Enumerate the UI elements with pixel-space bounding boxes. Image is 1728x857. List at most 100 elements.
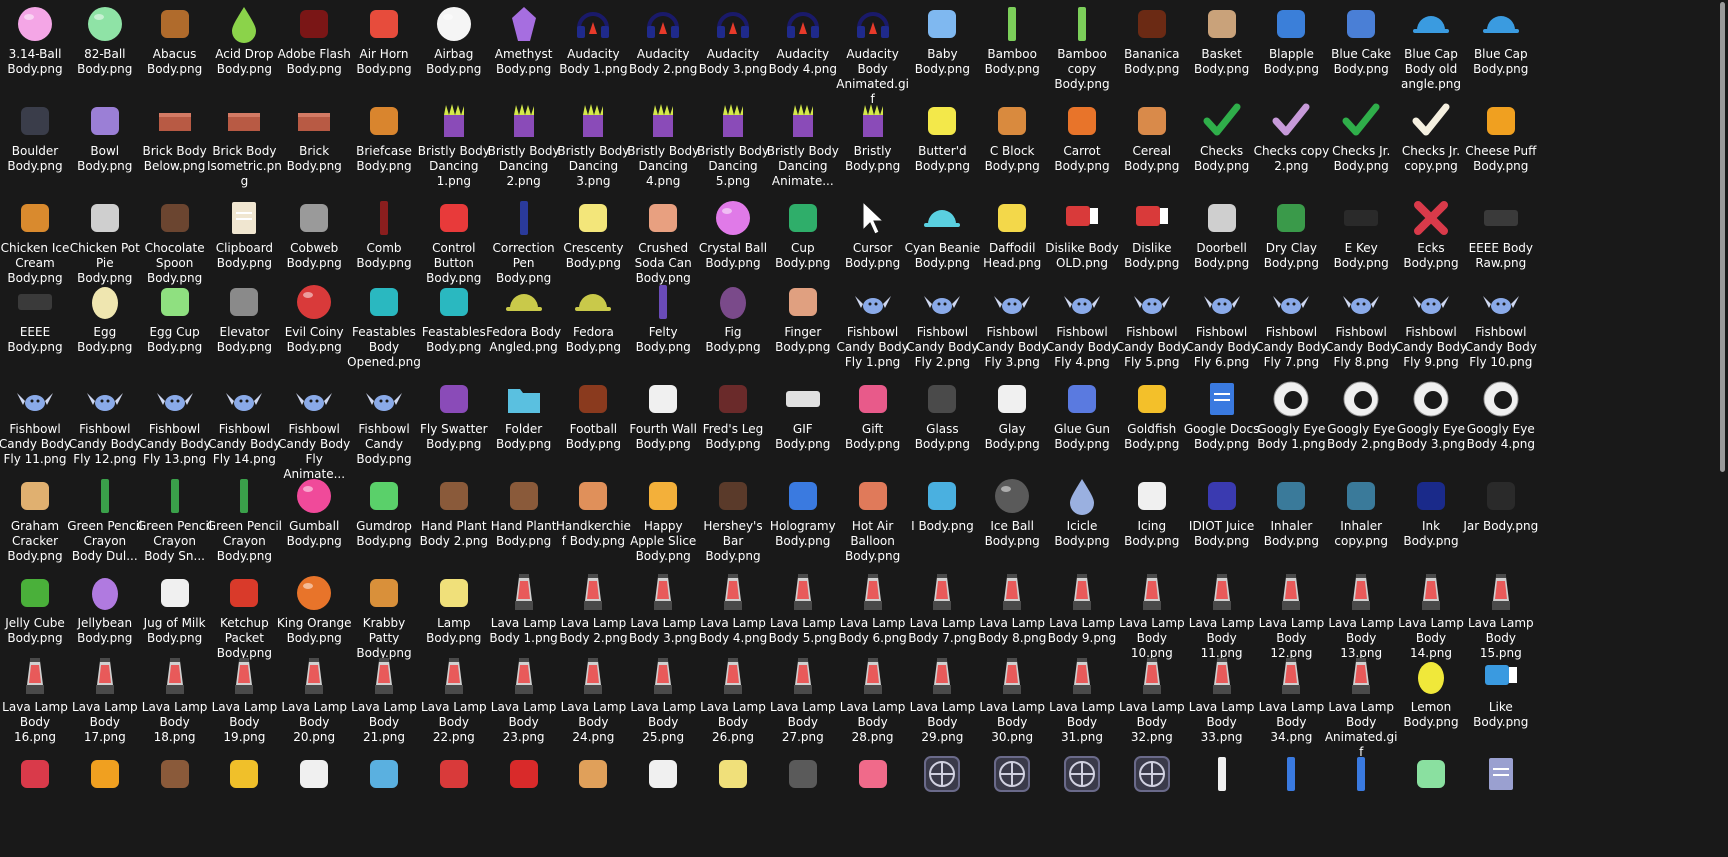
file-item[interactable]: King Orange Body.png bbox=[276, 571, 352, 646]
file-item[interactable]: Lava Lamp Body 1.png bbox=[486, 571, 562, 646]
file-item[interactable]: Butter'd Body.png bbox=[904, 99, 980, 174]
file-item[interactable] bbox=[695, 752, 771, 797]
file-item[interactable]: Lava Lamp Body 31.png bbox=[1044, 655, 1120, 745]
file-item[interactable]: Lava Lamp Body 3.png bbox=[625, 571, 701, 646]
file-item[interactable]: Checks Jr. Body.png bbox=[1323, 99, 1399, 174]
file-item[interactable] bbox=[835, 752, 911, 797]
file-item[interactable]: Doorbell Body.png bbox=[1184, 196, 1260, 271]
file-item[interactable]: Bananica Body.png bbox=[1114, 2, 1190, 77]
file-item[interactable]: Hand Plant Body 2.png bbox=[416, 474, 492, 549]
file-item[interactable]: Cyan Beanie Body.png bbox=[904, 196, 980, 271]
file-item[interactable]: Basket Body.png bbox=[1184, 2, 1260, 77]
file-item[interactable]: Fishbowl Candy Body Fly 11.png bbox=[0, 377, 73, 467]
file-item[interactable]: Checks copy 2.png bbox=[1253, 99, 1329, 174]
file-item[interactable]: Fishbowl Candy Body Fly 7.png bbox=[1253, 280, 1329, 370]
file-item[interactable]: Fishbowl Candy Body Fly 12.png bbox=[67, 377, 143, 467]
file-item[interactable]: Lava Lamp Body Animated.gif bbox=[1323, 655, 1399, 760]
file-item[interactable] bbox=[974, 752, 1050, 797]
file-item[interactable]: Lava Lamp Body 27.png bbox=[765, 655, 841, 745]
file-item[interactable] bbox=[137, 752, 213, 797]
file-item[interactable]: Cereal Body.png bbox=[1114, 99, 1190, 174]
file-item[interactable]: Blapple Body.png bbox=[1253, 2, 1329, 77]
file-item[interactable]: Dislike Body.png bbox=[1114, 196, 1190, 271]
file-item[interactable]: Icing Body.png bbox=[1114, 474, 1190, 549]
file-item[interactable]: Lava Lamp Body 17.png bbox=[67, 655, 143, 745]
file-item[interactable]: Correction Pen Body.png bbox=[486, 196, 562, 286]
file-item[interactable]: IDIOT Juice Body.png bbox=[1184, 474, 1260, 549]
file-item[interactable]: Icicle Body.png bbox=[1044, 474, 1120, 549]
file-item[interactable]: Blue Cap Body.png bbox=[1463, 2, 1539, 77]
file-item[interactable]: Audacity Body 4.png bbox=[765, 2, 841, 77]
file-item[interactable]: Bowl Body.png bbox=[67, 99, 143, 174]
file-item[interactable]: Fedora Body.png bbox=[555, 280, 631, 355]
file-item[interactable] bbox=[1044, 752, 1120, 797]
file-item[interactable]: Lava Lamp Body 32.png bbox=[1114, 655, 1190, 745]
file-item[interactable]: Chocolate Spoon Body.png bbox=[137, 196, 213, 286]
file-item[interactable]: Lava Lamp Body 18.png bbox=[137, 655, 213, 745]
file-item[interactable]: Lava Lamp Body 22.png bbox=[416, 655, 492, 745]
file-item[interactable]: Fishbowl Candy Body Fly 2.png bbox=[904, 280, 980, 370]
file-item[interactable]: Lava Lamp Body 21.png bbox=[346, 655, 422, 745]
scrollbar-thumb[interactable] bbox=[1720, 2, 1725, 472]
file-item[interactable]: Comb Body.png bbox=[346, 196, 422, 271]
file-item[interactable] bbox=[346, 752, 422, 797]
file-item[interactable]: Lava Lamp Body 2.png bbox=[555, 571, 631, 646]
file-item[interactable]: Crescenty Body.png bbox=[555, 196, 631, 271]
file-item[interactable]: Checks Body.png bbox=[1184, 99, 1260, 174]
file-item[interactable]: Dislike Body OLD.png bbox=[1044, 196, 1120, 271]
file-item[interactable] bbox=[1463, 752, 1539, 797]
file-item[interactable]: Goldfish Body.png bbox=[1114, 377, 1190, 452]
file-item[interactable]: Green Pencil Crayon Body Sn... bbox=[137, 474, 213, 564]
vertical-scrollbar[interactable] bbox=[1716, 0, 1728, 857]
file-item[interactable]: Acid Drop Body.png bbox=[206, 2, 282, 77]
file-item[interactable] bbox=[67, 752, 143, 797]
file-item[interactable]: Cheese Puff Body.png bbox=[1463, 99, 1539, 174]
file-item[interactable]: Fig Body.png bbox=[695, 280, 771, 355]
file-item[interactable]: C Block Body.png bbox=[974, 99, 1050, 174]
file-item[interactable]: Bamboo copy Body.png bbox=[1044, 2, 1120, 92]
file-item[interactable]: Audacity Body 1.png bbox=[555, 2, 631, 77]
file-item[interactable]: Folder Body.png bbox=[486, 377, 562, 452]
file-item[interactable]: Hot Air Balloon Body.png bbox=[835, 474, 911, 564]
file-item[interactable]: Gumdrop Body.png bbox=[346, 474, 422, 549]
file-item[interactable]: Brick Body Isometric.png bbox=[206, 99, 282, 189]
file-item[interactable]: Googly Eye Body 3.png bbox=[1393, 377, 1469, 452]
file-item[interactable]: Fishbowl Candy Body Fly 13.png bbox=[137, 377, 213, 467]
file-item[interactable]: Jellybean Body.png bbox=[67, 571, 143, 646]
file-item[interactable]: Green Pencil Crayon Body Dul... bbox=[67, 474, 143, 564]
file-item[interactable]: Amethyst Body.png bbox=[486, 2, 562, 77]
file-item[interactable]: Egg Body.png bbox=[67, 280, 143, 355]
file-item[interactable]: Lava Lamp Body 34.png bbox=[1253, 655, 1329, 745]
file-item[interactable] bbox=[555, 752, 631, 797]
file-item[interactable]: Clipboard Body.png bbox=[206, 196, 282, 271]
file-item[interactable]: Audacity Body 3.png bbox=[695, 2, 771, 77]
file-item[interactable]: Lava Lamp Body 11.png bbox=[1184, 571, 1260, 661]
file-item[interactable] bbox=[1184, 752, 1260, 797]
file-item[interactable] bbox=[206, 752, 282, 797]
file-item[interactable]: Fishbowl Candy Body Fly 14.png bbox=[206, 377, 282, 467]
file-item[interactable] bbox=[0, 752, 73, 797]
file-item[interactable]: Bristly Body Dancing 5.png bbox=[695, 99, 771, 189]
file-item[interactable]: Hand Plant Body.png bbox=[486, 474, 562, 549]
file-item[interactable]: Lava Lamp Body 25.png bbox=[625, 655, 701, 745]
file-item[interactable]: Fishbowl Candy Body Fly 10.png bbox=[1463, 280, 1539, 370]
file-item[interactable]: Bristly Body Dancing Animate... bbox=[765, 99, 841, 189]
file-item[interactable]: Lava Lamp Body 30.png bbox=[974, 655, 1050, 745]
file-item[interactable]: Lava Lamp Body 28.png bbox=[835, 655, 911, 745]
file-item[interactable] bbox=[1253, 752, 1329, 797]
file-item[interactable]: Jug of Milk Body.png bbox=[137, 571, 213, 646]
file-item[interactable]: Fishbowl Candy Body Fly 3.png bbox=[974, 280, 1050, 370]
file-item[interactable]: Fred's Leg Body.png bbox=[695, 377, 771, 452]
file-item[interactable]: Graham Cracker Body.png bbox=[0, 474, 73, 564]
file-item[interactable]: Abacus Body.png bbox=[137, 2, 213, 77]
file-item[interactable]: Like Body.png bbox=[1463, 655, 1539, 730]
file-item[interactable]: Googly Eye Body 4.png bbox=[1463, 377, 1539, 452]
file-item[interactable]: Fly Swatter Body.png bbox=[416, 377, 492, 452]
file-item[interactable]: Chicken Ice Cream Body.png bbox=[0, 196, 73, 286]
file-item[interactable]: Ink Body.png bbox=[1393, 474, 1469, 549]
file-item[interactable]: Lava Lamp Body 13.png bbox=[1323, 571, 1399, 661]
file-item[interactable]: Lava Lamp Body 33.png bbox=[1184, 655, 1260, 745]
file-item[interactable]: Bristly Body Dancing 4.png bbox=[625, 99, 701, 189]
file-item[interactable]: Football Body.png bbox=[555, 377, 631, 452]
file-item[interactable]: Lava Lamp Body 16.png bbox=[0, 655, 73, 745]
